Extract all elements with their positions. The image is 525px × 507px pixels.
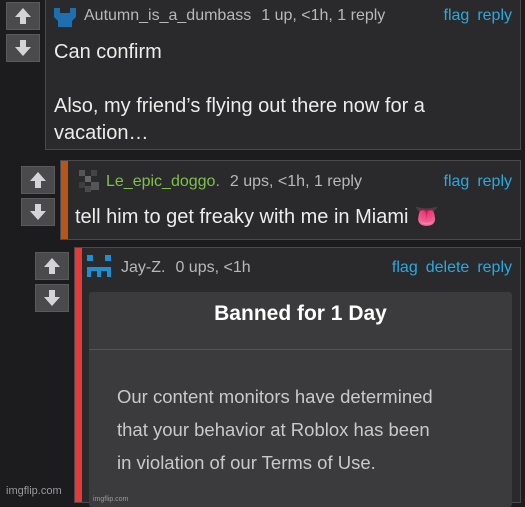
comment-line: Can confirm [54, 41, 162, 63]
comment-username[interactable]: Le_epic_doggo. [106, 173, 220, 190]
avatar-icon[interactable] [52, 5, 78, 31]
comment: Le_epic_doggo. 2 ups, <1h, 1 reply flag re… [60, 160, 521, 240]
comment-body: tell him to get freaky with me in Miami … [75, 204, 439, 231]
avatar-icon[interactable] [77, 168, 103, 194]
ban-title: Banned for 1 Day [214, 302, 387, 325]
reply-accent-bar [61, 161, 68, 239]
comment: Jay-Z. 0 ups, <1h flag delete reply Banned … [74, 247, 521, 507]
comment-line: Also, my friend’s flying out there now f… [54, 95, 425, 117]
comment-actions: flag reply [436, 7, 512, 25]
arrow-up-icon [30, 172, 46, 188]
comment-line: tell him to get freaky with me in Miami … [75, 206, 439, 228]
comment-username[interactable]: Autumn_is_a_dumbass [84, 7, 251, 24]
comment-stats: 1 up, <1h, 1 reply [261, 7, 386, 24]
comment: Autumn_is_a_dumbass 1 up, <1h, 1 reply fl… [45, 0, 521, 150]
ban-message: Our content monitors have determined tha… [117, 380, 477, 479]
comment-actions: flag delete reply [384, 259, 512, 277]
flag-link[interactable]: flag [444, 173, 470, 190]
arrow-up-icon [44, 258, 60, 274]
reply-link[interactable]: reply [477, 7, 512, 24]
vote-controls [21, 166, 55, 226]
footer-watermark: imgflip.com [6, 485, 62, 497]
vote-controls [6, 2, 40, 62]
divider [89, 349, 512, 350]
downvote-button[interactable] [35, 284, 69, 312]
comment-image[interactable]: Banned for 1 Day Our content monitors ha… [89, 292, 512, 507]
reply-link[interactable]: reply [477, 259, 512, 276]
comment-line: vacation… [54, 122, 149, 144]
arrow-down-icon [44, 290, 60, 306]
flag-link[interactable]: flag [392, 259, 418, 276]
reply-link[interactable]: reply [477, 173, 512, 190]
arrow-down-icon [15, 40, 31, 56]
comment-meta: Le_epic_doggo. 2 ups, <1h, 1 reply [106, 173, 362, 191]
comment-body: Can confirm Also, my friend’s flying out… [54, 39, 425, 147]
avatar-icon[interactable] [85, 253, 113, 281]
comment-stats: 2 ups, <1h, 1 reply [229, 173, 362, 190]
comment-username[interactable]: Jay-Z. [121, 259, 165, 276]
delete-link[interactable]: delete [426, 259, 470, 276]
flag-link[interactable]: flag [444, 7, 470, 24]
comment-line [54, 66, 425, 93]
downvote-button[interactable] [6, 34, 40, 62]
downvote-button[interactable] [21, 198, 55, 226]
upvote-button[interactable] [6, 2, 40, 30]
ban-message-line: that your behavior at Roblox has been [117, 419, 430, 440]
upvote-button[interactable] [21, 166, 55, 194]
comment-actions: flag reply [436, 173, 512, 191]
arrow-up-icon [15, 8, 31, 24]
vote-controls [35, 252, 69, 312]
arrow-down-icon [30, 204, 46, 220]
ban-message-line: in violation of our Terms of Use. [117, 452, 376, 473]
comment-stats: 0 ups, <1h [175, 259, 251, 276]
comment-meta: Jay-Z. 0 ups, <1h [121, 259, 251, 277]
reply-accent-bar [75, 248, 82, 502]
comment-meta: Autumn_is_a_dumbass 1 up, <1h, 1 reply [84, 7, 385, 25]
upvote-button[interactable] [35, 252, 69, 280]
ban-message-line: Our content monitors have determined [117, 386, 433, 407]
